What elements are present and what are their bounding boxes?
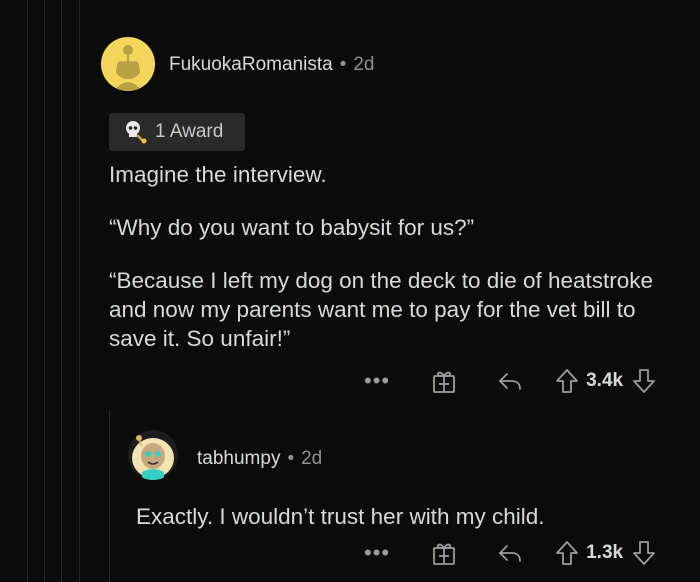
separator: • [287,448,295,469]
reply-arrow-icon[interactable] [496,367,524,395]
upvote-arrow-icon[interactable] [554,539,580,567]
thread-line [79,0,80,582]
comment-actions: ••• 3.4k [364,367,657,395]
comment-meta: FukuokaRomanista • 2d [169,54,375,76]
reply-body: Exactly. I wouldn’t trust her with my ch… [136,502,676,531]
separator: • [339,54,347,75]
vote-count: 3.4k [586,370,624,391]
reply-meta: tabhumpy • 2d [197,448,322,470]
avatar[interactable] [101,37,155,91]
skull-award-icon [123,119,149,145]
downvote-arrow-icon[interactable] [631,539,657,567]
comment-body: Imagine the interview. “Why do you want … [109,160,684,353]
username[interactable]: tabhumpy [197,448,280,469]
more-options-button[interactable]: ••• [364,542,390,564]
thread-line [27,0,28,582]
comment-paragraph: Imagine the interview. [109,162,327,187]
reply-arrow-icon[interactable] [496,539,524,567]
thread-line [44,0,45,582]
upvote-arrow-icon[interactable] [554,367,580,395]
username[interactable]: FukuokaRomanista [169,54,333,75]
comment-paragraph: “Because I left my dog on the deck to di… [109,268,654,351]
downvote-arrow-icon[interactable] [631,367,657,395]
reply-thread-line [109,410,110,582]
comment-paragraph: “Why do you want to babysit for us?” [109,215,475,240]
thread-line [61,0,62,582]
avatar[interactable] [128,430,178,480]
timestamp: 2d [353,54,375,75]
award-label: 1 Award [155,121,224,142]
reply-paragraph: Exactly. I wouldn’t trust her with my ch… [136,504,545,529]
timestamp: 2d [301,448,323,469]
award-badge[interactable]: 1 Award [109,113,245,151]
gift-icon[interactable] [430,539,458,567]
more-options-button[interactable]: ••• [364,370,390,392]
gift-icon[interactable] [430,367,458,395]
reply-actions: ••• 1.3k [364,539,657,567]
vote-count: 1.3k [586,542,624,563]
